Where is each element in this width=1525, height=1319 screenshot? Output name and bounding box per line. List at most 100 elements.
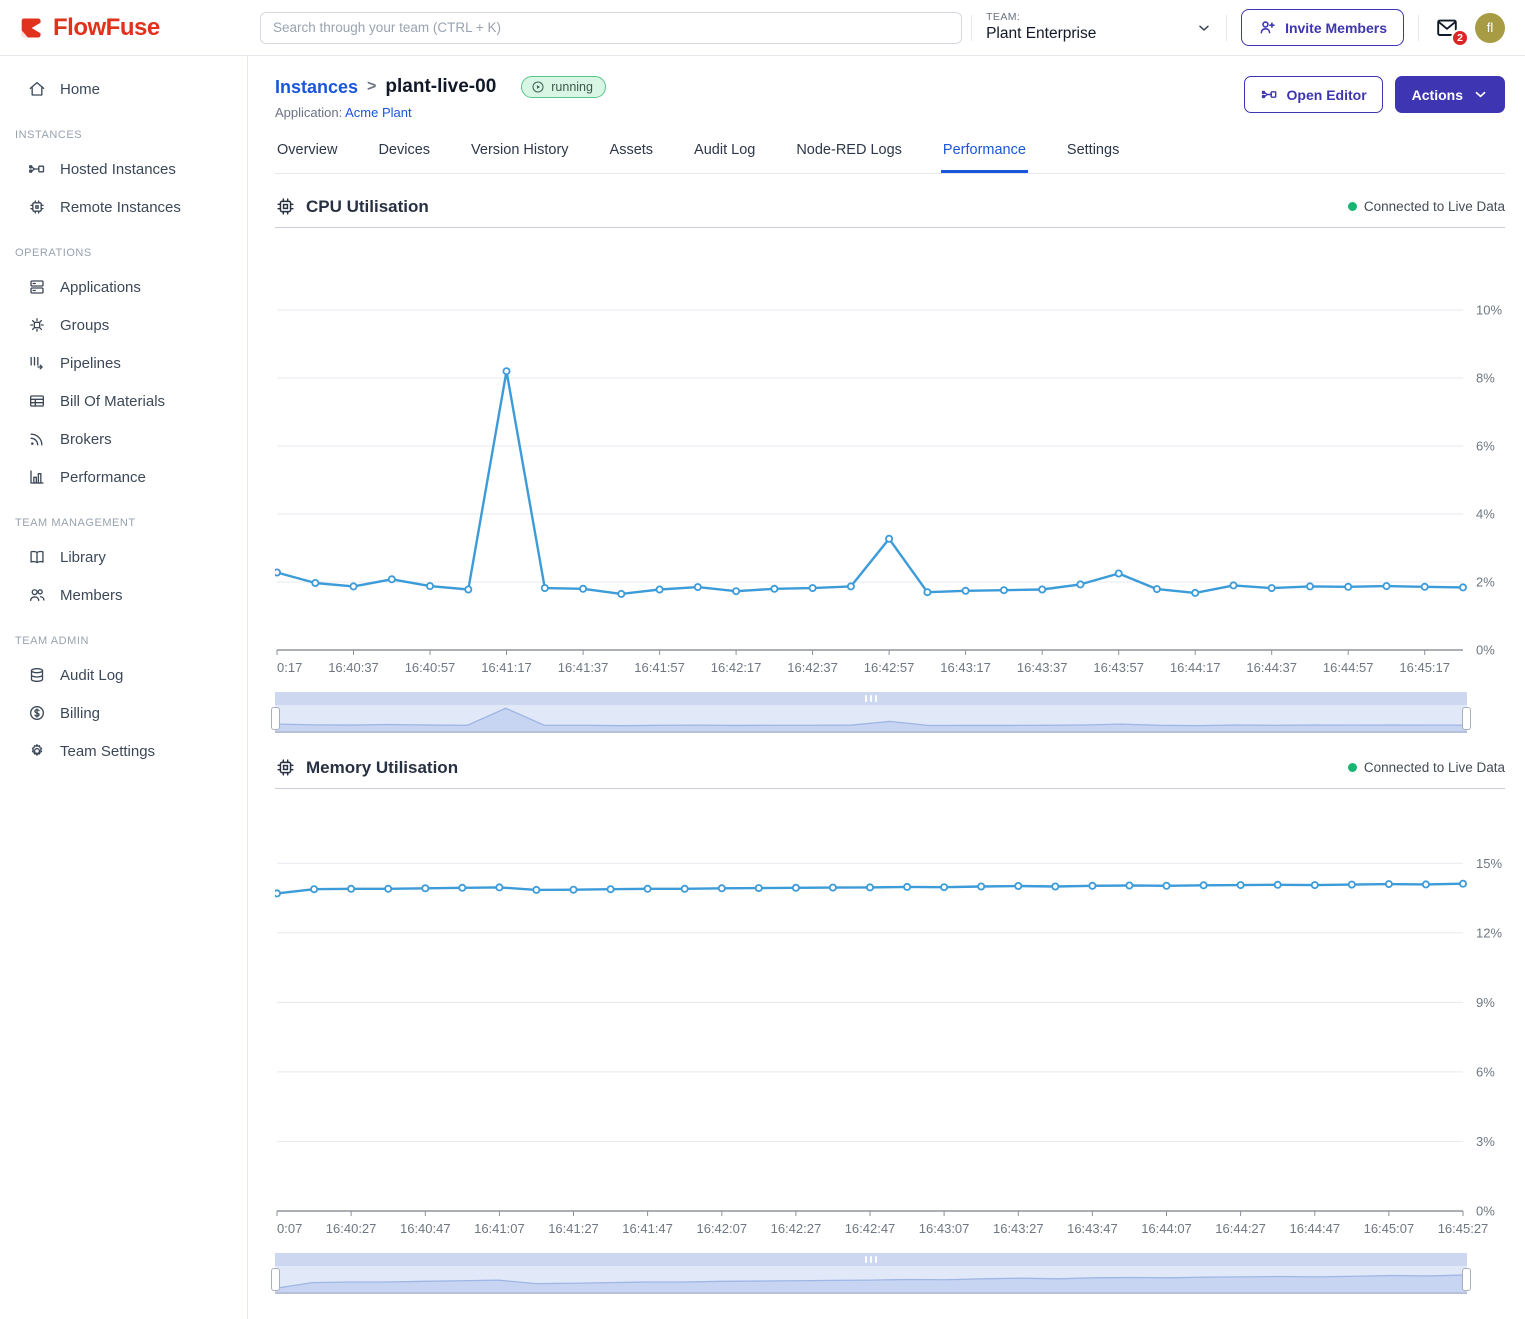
sidebar-item-brokers[interactable]: Brokers — [0, 420, 247, 458]
tab-devices[interactable]: Devices — [376, 142, 432, 173]
sidebar-section-heading-instances: INSTANCES — [15, 129, 247, 141]
memory-chart: 0%3%6%9%12%15%0:0716:40:2716:40:4716:41:… — [275, 795, 1505, 1245]
svg-text:16:41:27: 16:41:27 — [548, 1221, 599, 1236]
actions-button[interactable]: Actions — [1395, 76, 1505, 113]
node-editor-icon — [1260, 85, 1279, 104]
divider — [1418, 15, 1419, 41]
tab-version-history[interactable]: Version History — [469, 142, 571, 173]
navigator-grip[interactable] — [275, 692, 1467, 705]
search-input[interactable] — [260, 12, 962, 44]
live-status-dot — [1348, 202, 1357, 211]
sidebar-item-bill-of-materials[interactable]: Bill Of Materials — [0, 382, 247, 420]
navigator-handle-right[interactable] — [1462, 1268, 1471, 1291]
sidebar: Home INSTANCES Hosted Instances Remote Inst… — [0, 56, 248, 1319]
tab-performance[interactable]: Performance — [941, 142, 1028, 173]
memory-chart-navigator — [275, 1253, 1467, 1294]
svg-text:16:43:47: 16:43:47 — [1067, 1221, 1118, 1236]
team-settings-icon — [27, 741, 47, 761]
application-link[interactable]: Acme Plant — [345, 105, 411, 120]
tab-node-red-logs[interactable]: Node-RED Logs — [794, 142, 904, 173]
sidebar-item-remote-instances[interactable]: Remote Instances — [0, 188, 247, 226]
sidebar-item-label: Remote Instances — [60, 199, 181, 216]
svg-text:12%: 12% — [1476, 925, 1502, 940]
svg-text:16:44:07: 16:44:07 — [1141, 1221, 1192, 1236]
instance-name: plant-live-00 — [385, 76, 496, 98]
members-icon — [27, 585, 47, 605]
team-selector[interactable]: TEAM: Plant Enterprise — [986, 11, 1212, 44]
breadcrumb-separator: > — [367, 78, 376, 96]
navigator-area[interactable] — [275, 705, 1467, 733]
svg-text:3%: 3% — [1476, 1134, 1495, 1149]
sidebar-item-audit-log[interactable]: Audit Log — [0, 656, 247, 694]
bill-of-materials-icon — [27, 391, 47, 411]
open-editor-button[interactable]: Open Editor — [1244, 76, 1383, 113]
sidebar-item-label: Groups — [60, 317, 109, 334]
svg-text:2%: 2% — [1476, 575, 1495, 590]
divider — [1226, 15, 1227, 41]
svg-text:16:42:57: 16:42:57 — [864, 660, 915, 675]
sidebar-item-performance[interactable]: Performance — [0, 458, 247, 496]
svg-text:16:43:27: 16:43:27 — [993, 1221, 1044, 1236]
navigator-handle-left[interactable] — [271, 1268, 280, 1291]
tab-settings[interactable]: Settings — [1065, 142, 1121, 173]
svg-text:16:43:17: 16:43:17 — [940, 660, 991, 675]
cpu-utilisation-section: CPU Utilisation Connected to Live Data 0… — [275, 196, 1505, 733]
svg-text:16:44:27: 16:44:27 — [1215, 1221, 1266, 1236]
svg-text:8%: 8% — [1476, 371, 1495, 386]
svg-text:4%: 4% — [1476, 507, 1495, 522]
navigator-handle-left[interactable] — [271, 707, 280, 730]
sidebar-section-heading-team-admin: TEAM ADMIN — [15, 635, 247, 647]
sidebar-item-library[interactable]: Library — [0, 538, 247, 576]
invite-members-button[interactable]: Invite Members — [1241, 9, 1404, 46]
sidebar-item-pipelines[interactable]: Pipelines — [0, 344, 247, 382]
tab-overview[interactable]: Overview — [275, 142, 339, 173]
sidebar-item-groups[interactable]: Groups — [0, 306, 247, 344]
svg-text:16:42:37: 16:42:37 — [787, 660, 838, 675]
application-line: Application: Acme Plant — [275, 105, 606, 120]
tab-audit-log[interactable]: Audit Log — [692, 142, 757, 173]
svg-text:16:42:17: 16:42:17 — [711, 660, 762, 675]
svg-text:0%: 0% — [1476, 643, 1495, 658]
sidebar-item-billing[interactable]: Billing — [0, 694, 247, 732]
navigator-grip[interactable] — [275, 1253, 1467, 1266]
breadcrumb-instances-link[interactable]: Instances — [275, 77, 358, 98]
notifications-button[interactable]: 2 — [1433, 16, 1461, 40]
svg-text:6%: 6% — [1476, 439, 1495, 454]
cpu-chart-svg: 0%2%4%6%8%10%0:1716:40:3716:40:5716:41:1… — [275, 234, 1505, 684]
svg-text:6%: 6% — [1476, 1064, 1495, 1079]
svg-text:16:41:17: 16:41:17 — [481, 660, 532, 675]
navigator-handle-right[interactable] — [1462, 707, 1471, 730]
invite-members-label: Invite Members — [1285, 20, 1387, 36]
brokers-icon — [27, 429, 47, 449]
svg-text:15%: 15% — [1476, 856, 1502, 871]
applications-icon — [27, 277, 47, 297]
svg-text:16:41:07: 16:41:07 — [474, 1221, 525, 1236]
svg-text:16:42:47: 16:42:47 — [845, 1221, 896, 1236]
svg-text:16:44:47: 16:44:47 — [1289, 1221, 1340, 1236]
cpu-chart: 0%2%4%6%8%10%0:1716:40:3716:40:5716:41:1… — [275, 234, 1505, 684]
brand-name: FlowFuse — [53, 14, 160, 42]
main-content: Instances > plant-live-00 running Applic… — [248, 56, 1525, 1319]
sidebar-item-team-settings[interactable]: Team Settings — [0, 732, 247, 770]
sidebar-item-home[interactable]: Home — [0, 70, 247, 108]
divider — [275, 788, 1505, 789]
sidebar-item-members[interactable]: Members — [0, 576, 247, 614]
chevron-down-icon — [1473, 87, 1488, 102]
sidebar-item-label: Brokers — [60, 431, 112, 448]
sidebar-item-applications[interactable]: Applications — [0, 268, 247, 306]
sidebar-item-label: Applications — [60, 279, 141, 296]
sidebar-item-label: Team Settings — [60, 743, 155, 760]
svg-text:0:17: 0:17 — [277, 660, 302, 675]
navigator-area[interactable] — [275, 1266, 1467, 1294]
svg-text:16:44:17: 16:44:17 — [1170, 660, 1221, 675]
sidebar-item-hosted-instances[interactable]: Hosted Instances — [0, 150, 247, 188]
hosted-instances-icon — [27, 159, 47, 179]
sidebar-item-label: Billing — [60, 705, 100, 722]
billing-icon — [27, 703, 47, 723]
svg-text:16:43:37: 16:43:37 — [1017, 660, 1068, 675]
svg-text:16:44:57: 16:44:57 — [1323, 660, 1374, 675]
avatar[interactable]: fl — [1475, 13, 1505, 43]
brand-logo[interactable]: FlowFuse — [0, 14, 248, 42]
tab-assets[interactable]: Assets — [608, 142, 656, 173]
svg-text:16:44:37: 16:44:37 — [1246, 660, 1297, 675]
